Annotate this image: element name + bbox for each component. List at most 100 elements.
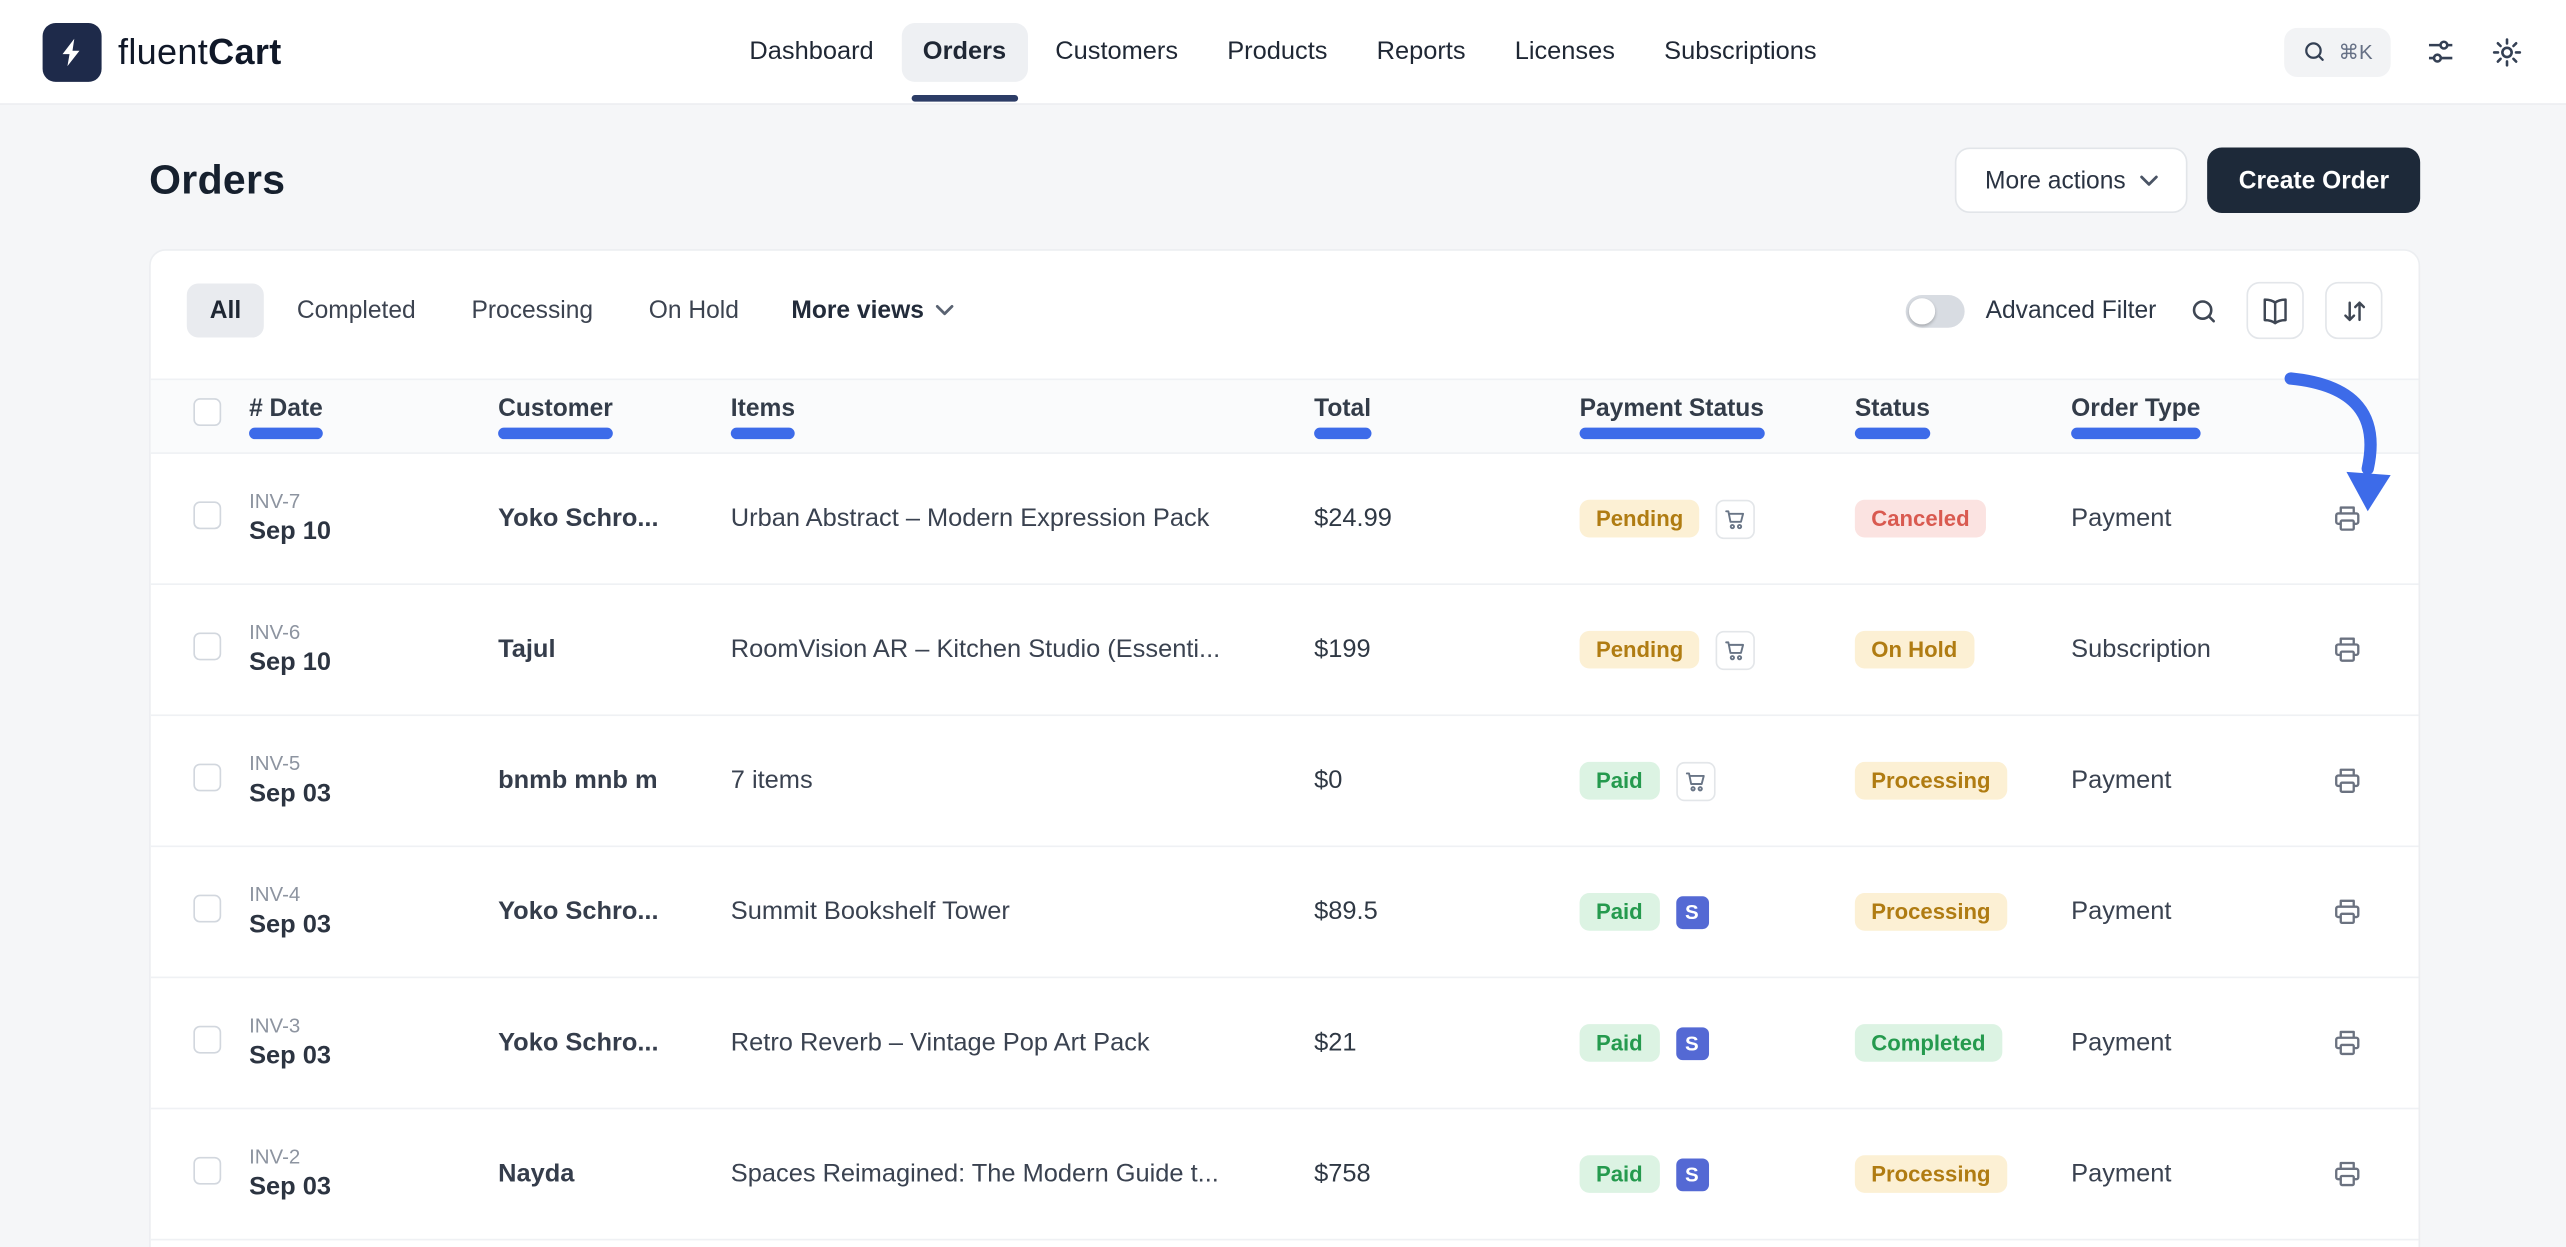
nav-item-reports[interactable]: Reports [1355, 22, 1487, 81]
order-items: Summit Bookshelf Tower [731, 897, 1314, 926]
settings-gear-icon[interactable] [2491, 35, 2524, 68]
advanced-filter-label: Advanced Filter [1986, 297, 2157, 325]
orders-card: All Completed Processing On Hold More vi… [149, 249, 2420, 1247]
page-title: Orders [149, 156, 285, 204]
global-search[interactable]: ⌘K [2284, 27, 2390, 76]
table-header-row: # Date Customer Items Total Payment Stat… [151, 379, 2419, 454]
table-row[interactable]: INV-6 Sep 10 Tajul RoomVision AR – Kitch… [151, 585, 2419, 716]
printer-icon[interactable] [2331, 765, 2362, 796]
filter-tab-completed[interactable]: Completed [274, 283, 439, 337]
create-order-button[interactable]: Create Order [2208, 147, 2421, 213]
annotation-underline [2071, 427, 2200, 438]
stripe-icon: S [1675, 895, 1708, 928]
order-date: Sep 10 [249, 518, 482, 547]
customer-name: Tajul [498, 635, 731, 664]
annotation-underline [249, 427, 323, 438]
column-header-customer[interactable]: Customer [498, 394, 613, 422]
order-items: RoomVision AR – Kitchen Studio (Essenti.… [731, 635, 1314, 664]
column-header-date[interactable]: # Date [249, 394, 323, 422]
cart-icon [1716, 630, 1755, 669]
payment-status-badge: Pending [1580, 500, 1700, 538]
payment-status-badge: Paid [1580, 1155, 1659, 1193]
table-row[interactable]: INV-3 Sep 03 Yoko Schro... Retro Reverb … [151, 978, 2419, 1109]
order-date: Sep 03 [249, 1042, 482, 1071]
nav-item-customers[interactable]: Customers [1034, 22, 1199, 81]
row-checkbox[interactable] [193, 1156, 221, 1184]
nav-item-products[interactable]: Products [1206, 22, 1349, 81]
table-search-icon[interactable] [2183, 289, 2226, 332]
card-toolbar: All Completed Processing On Hold More vi… [151, 251, 2419, 339]
status-badge: Processing [1855, 762, 2007, 800]
create-order-label: Create Order [2239, 166, 2389, 194]
customer-name: Yoko Schro... [498, 897, 731, 926]
row-checkbox[interactable] [193, 894, 221, 922]
invoice-number: INV-2 [249, 1145, 482, 1168]
fluentcart-logo-icon [43, 22, 102, 81]
invoice-number: INV-7 [249, 490, 482, 513]
customer-name: Nayda [498, 1159, 731, 1188]
printer-icon[interactable] [2331, 896, 2362, 927]
annotation-underline [1580, 427, 1764, 438]
column-header-items[interactable]: Items [731, 394, 795, 422]
column-header-total[interactable]: Total [1314, 394, 1371, 422]
page-content: Orders More actions Create Order All Com… [0, 105, 2566, 1247]
row-checkbox[interactable] [193, 763, 221, 791]
row-checkbox[interactable] [193, 632, 221, 660]
column-header-payment-status[interactable]: Payment Status [1580, 394, 1764, 422]
table-row[interactable]: INV-2 Sep 03 Nayda Spaces Reimagined: Th… [151, 1109, 2419, 1240]
printer-icon[interactable] [2331, 634, 2362, 665]
status-badge: On Hold [1855, 631, 1974, 669]
table-row[interactable]: INV-5 Sep 03 bnmb mnb m 7 items $0 Paid … [151, 716, 2419, 847]
order-items: Spaces Reimagined: The Modern Guide t... [731, 1159, 1314, 1188]
topbar: fluentCart Dashboard Orders Customers Pr… [0, 0, 2566, 105]
brand-name: fluentCart [118, 30, 282, 73]
order-type: Payment [2071, 897, 2317, 926]
table-row[interactable]: INV-4 Sep 03 Yoko Schro... Summit Booksh… [151, 847, 2419, 978]
order-items: Retro Reverb – Vintage Pop Art Pack [731, 1028, 1314, 1057]
filter-tab-all[interactable]: All [187, 283, 264, 337]
order-date: Sep 03 [249, 1173, 482, 1202]
annotation-underline [1855, 427, 1930, 438]
search-icon [2302, 39, 2327, 64]
printer-icon[interactable] [2331, 1158, 2362, 1189]
nav-item-orders[interactable]: Orders [902, 22, 1028, 81]
order-type: Payment [2071, 1028, 2317, 1057]
status-badge: Processing [1855, 1155, 2007, 1193]
select-all-checkbox[interactable] [193, 398, 221, 426]
column-header-order-type[interactable]: Order Type [2071, 394, 2200, 422]
order-type: Payment [2071, 1159, 2317, 1188]
stripe-icon: S [1675, 1158, 1708, 1191]
sliders-icon[interactable] [2425, 36, 2456, 67]
nav-item-subscriptions[interactable]: Subscriptions [1643, 22, 1838, 81]
invoice-number: INV-6 [249, 621, 482, 644]
invoice-number: INV-3 [249, 1014, 482, 1037]
toggle-knob [1909, 297, 1935, 323]
book-icon[interactable] [2246, 282, 2303, 339]
advanced-filter-toggle[interactable] [1905, 294, 1964, 327]
column-header-status[interactable]: Status [1855, 394, 1930, 422]
nav-item-licenses[interactable]: Licenses [1493, 22, 1636, 81]
printer-icon[interactable] [2331, 503, 2362, 534]
more-views-dropdown[interactable]: More views [791, 297, 953, 325]
invoice-number: INV-5 [249, 752, 482, 775]
filter-tab-on-hold[interactable]: On Hold [626, 283, 762, 337]
order-date: Sep 03 [249, 780, 482, 809]
printer-icon[interactable] [2331, 1027, 2362, 1058]
page-actions: More actions Create Order [1955, 147, 2420, 213]
status-badge: Canceled [1855, 500, 1986, 538]
table-row[interactable]: INV-7 Sep 10 Yoko Schro... Urban Abstrac… [151, 454, 2419, 585]
sort-icon[interactable] [2325, 282, 2382, 339]
more-actions-button[interactable]: More actions [1955, 147, 2187, 213]
order-total: $21 [1314, 1028, 1579, 1057]
invoice-number: INV-4 [249, 883, 482, 906]
row-checkbox[interactable] [193, 501, 221, 529]
status-badge: Processing [1855, 893, 2007, 931]
cart-icon [1716, 499, 1755, 538]
main-nav: Dashboard Orders Customers Products Repo… [728, 22, 1838, 81]
orders-table: # Date Customer Items Total Payment Stat… [151, 379, 2419, 1241]
orders-table-body: INV-7 Sep 10 Yoko Schro... Urban Abstrac… [151, 454, 2419, 1241]
row-checkbox[interactable] [193, 1025, 221, 1053]
filter-tab-processing[interactable]: Processing [449, 283, 616, 337]
nav-item-dashboard[interactable]: Dashboard [728, 22, 895, 81]
brand-logo[interactable]: fluentCart [43, 22, 282, 81]
